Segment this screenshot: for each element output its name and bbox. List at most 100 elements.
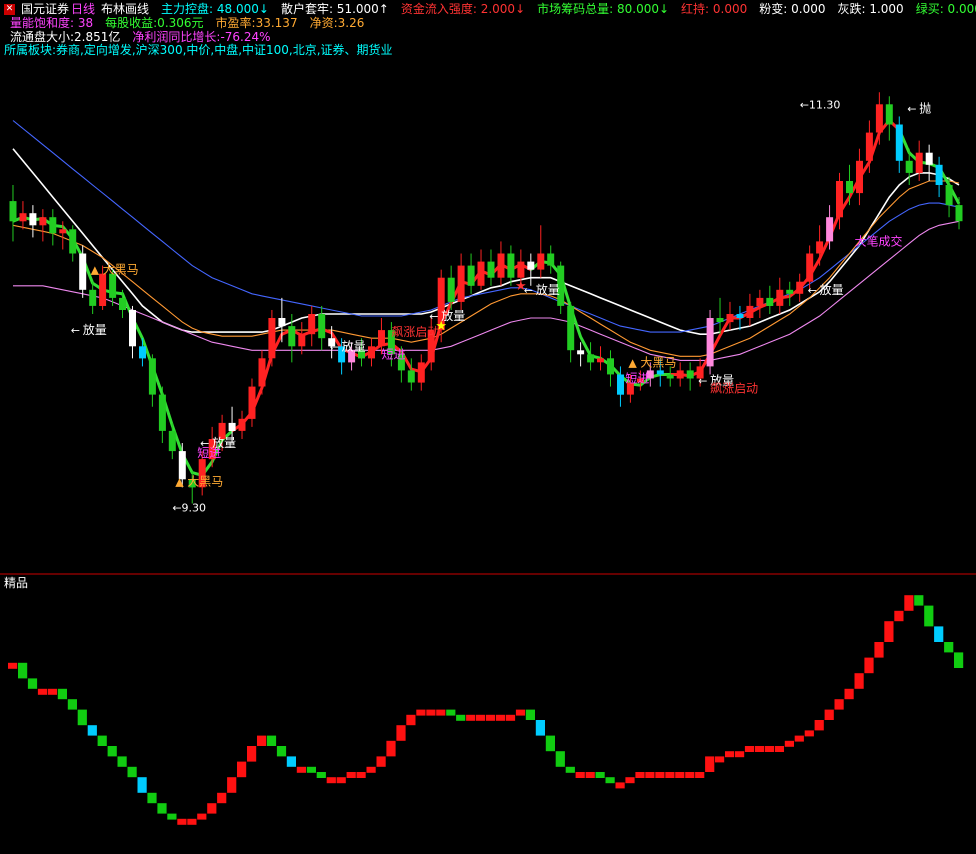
indicator-bar (436, 709, 446, 716)
indicator-bar (57, 688, 67, 700)
header-stat-item: 绿买: 0.000 (915, 2, 976, 16)
candle-body (706, 318, 714, 367)
candle-body (288, 326, 296, 347)
indicator-bar (117, 756, 127, 767)
chart-annotation: 放量 (441, 308, 465, 323)
chart-canvas[interactable]: ←11.30←9.30★★▲ 大黑马← 放量← 放量短进▲ 大黑马← 放量短进飙涨启动← 放… (0, 0, 976, 854)
candle-body (248, 386, 256, 419)
indicator-name[interactable]: 布林画线 (101, 2, 149, 16)
candle-body (308, 314, 316, 335)
arrow-left-icon: ← (808, 284, 817, 297)
chart-annotation: 短进 (197, 446, 221, 460)
header-fundamental-item: 市盈率:33.137 (215, 16, 298, 30)
indicator-bar (764, 746, 774, 752)
candle-body (19, 213, 27, 222)
chart-annotation: 飙涨启动 (391, 324, 439, 339)
arrow-left-icon: ← (429, 310, 438, 323)
candle-body (607, 358, 614, 375)
candle-body (806, 253, 814, 282)
candle-body (587, 354, 595, 363)
indicator-bar (605, 777, 615, 784)
indicator-bar (227, 777, 237, 793)
chart-annotation: 大黑马 (103, 263, 139, 277)
indicator-bar (635, 772, 645, 778)
candle-body (776, 289, 784, 306)
lower-pane-label: 精品 (4, 576, 29, 590)
header-stat-item: 红持: 0.000 (681, 2, 748, 16)
indicator-bar (167, 813, 177, 820)
indicator-bar (515, 709, 526, 716)
header-line-3-items: 流通盘大小:2.851亿 净利润同比增长:-76.24% (4, 30, 277, 44)
candle-body (268, 318, 276, 359)
indicator-bar (625, 777, 635, 784)
candle-body (766, 297, 774, 306)
candle-body (786, 289, 794, 294)
indicator-bar (326, 777, 336, 784)
indicator-bar (904, 595, 914, 611)
header-stat-item: 资金流入强度: 2.000↓ (400, 2, 526, 16)
indicator-bar (18, 662, 28, 679)
header-line-1: ✕ 国元证券 日线 布林画线 主力控盘: 48.000↓ 散户套牢: 51.000↑ 资金流… (4, 2, 976, 16)
chart-annotation: 大黑马 (187, 474, 223, 488)
candle-body (527, 261, 535, 270)
indicator-bar (386, 740, 396, 757)
indicator-bar (565, 766, 575, 773)
indicator-bar (426, 709, 436, 716)
header-line-2: 量能饱和度: 38 每股收益:0.306元 市盈率:33.137 净资:3.26 (4, 16, 370, 30)
chart-annotation: 短进 (625, 372, 649, 386)
chart-annotation: 大黑马 (640, 355, 676, 369)
indicator-bar (705, 756, 715, 772)
candle-body (885, 104, 893, 125)
header-fundamental-item: 量能饱和度: 38 (10, 16, 94, 30)
candle-body (467, 265, 475, 286)
header-line-1-items: 主力控盘: 48.000↓ 散户套牢: 51.000↑ 资金流入强度: 2.000↓… (155, 2, 976, 16)
candle-body (716, 318, 724, 322)
indicator-bar (655, 772, 665, 778)
indicator-bar (137, 777, 147, 793)
candle-body (617, 374, 624, 395)
indicator-bar (834, 699, 844, 710)
chart-annotation: 飙涨启动 (710, 381, 758, 396)
indicator-bar (525, 709, 535, 720)
chart-annotation: 短进 (381, 347, 405, 361)
indicator-bar (874, 642, 884, 658)
chart-annotation: 放量 (536, 282, 560, 297)
candle-body (577, 350, 585, 355)
candle-body (368, 346, 375, 359)
indicator-bar (37, 688, 48, 695)
indicator-bar (147, 792, 157, 804)
indicator-bar (296, 766, 306, 773)
candle-body (935, 164, 943, 185)
candle-body (497, 253, 505, 278)
candle-body (816, 241, 824, 254)
candle-body (666, 374, 674, 379)
candle-body (945, 185, 953, 206)
indicator-bar (157, 803, 167, 814)
candle-body (875, 104, 883, 133)
indicator-bar (27, 678, 38, 689)
indicator-bar (585, 772, 595, 778)
indicator-bar (814, 720, 824, 731)
candle-body (846, 181, 853, 194)
period-label[interactable]: 日线 (71, 2, 95, 16)
indicator-bar (8, 662, 18, 669)
chart-annotation: 抛 (919, 100, 931, 115)
indicator-bar (306, 766, 316, 773)
candle-body (79, 253, 87, 290)
indicator-bar (824, 709, 834, 720)
indicator-bar (476, 714, 486, 721)
header-share-item: 流通盘大小:2.851亿 (10, 30, 121, 44)
indicator-bar (207, 803, 217, 814)
indicator-bar (316, 772, 326, 778)
candle-body (158, 394, 166, 431)
indicator-bar (725, 751, 735, 758)
chart-annotation: 放量 (83, 322, 107, 337)
indicator-bar (884, 621, 894, 642)
indicator-bar (416, 709, 426, 716)
candle-body (29, 213, 37, 226)
band-line (12, 180, 960, 357)
candle-body (756, 297, 764, 306)
header-line-2-items: 量能饱和度: 38 每股收益:0.306元 市盈率:33.137 净资:3.26 (4, 16, 370, 30)
candle-body (925, 152, 933, 165)
candle-body (168, 430, 176, 452)
